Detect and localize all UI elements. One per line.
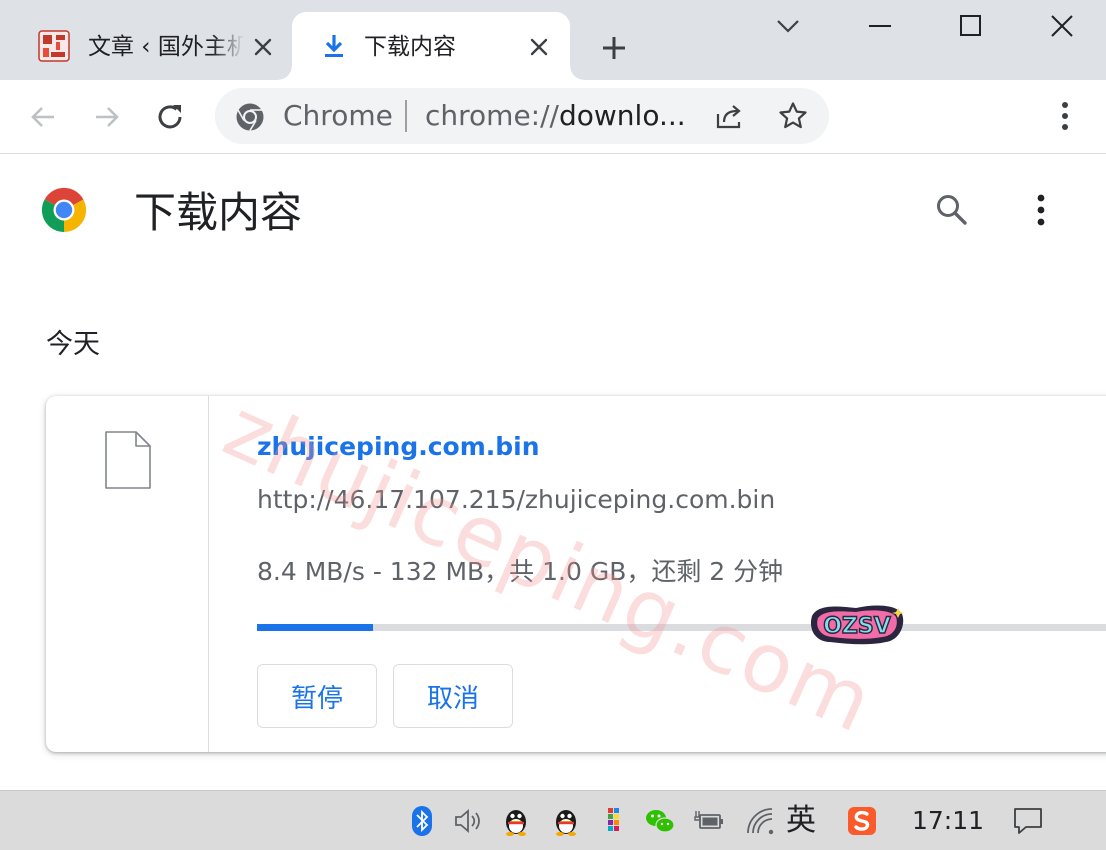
file-icon: [105, 431, 151, 489]
qq-penguin-icon[interactable]: [500, 805, 532, 837]
new-tab-plus-icon[interactable]: [598, 32, 630, 64]
tab-downloads[interactable]: 下载内容: [278, 12, 584, 80]
download-source-url-link[interactable]: http://46.17.107.215/zhujiceping.com.bin: [257, 485, 775, 515]
tab-strip: 文章 ‹ 国外主机测评 下载内容: [0, 0, 1106, 80]
download-status-text: 8.4 MB/s - 132 MB，共 1.0 GB，还剩 2 分钟: [257, 557, 784, 586]
chrome-logo-icon: [236, 103, 264, 131]
url-path: downlo...: [558, 100, 685, 132]
browser-menu-kebab-icon[interactable]: [1050, 98, 1080, 134]
tab-articles[interactable]: 文章 ‹ 国外主机测评: [22, 12, 290, 80]
tab-title: 下载内容: [364, 34, 456, 60]
volume-icon[interactable]: [452, 805, 484, 837]
page-title: 下载内容: [134, 188, 303, 237]
omnibox-separator: [405, 100, 407, 132]
color-grid-app-icon[interactable]: [598, 805, 630, 837]
forward-arrow-icon[interactable]: [90, 100, 124, 134]
close-icon[interactable]: [526, 34, 552, 60]
sogou-input-icon[interactable]: [846, 805, 878, 837]
site-favicon-icon: [38, 30, 70, 62]
download-item-card: zhujiceping.com.bin http://46.17.107.215…: [46, 396, 1106, 752]
download-icon: [325, 35, 343, 57]
section-date-heading: 今天: [46, 329, 100, 360]
battery-charging-icon[interactable]: [694, 805, 726, 837]
reload-icon[interactable]: [154, 100, 188, 134]
bookmark-star-icon[interactable]: [777, 100, 809, 132]
input-method-indicator[interactable]: 英: [786, 803, 816, 839]
notification-center-icon[interactable]: [1012, 805, 1044, 837]
page-menu-kebab-icon[interactable]: [1026, 190, 1056, 230]
sticker-text: OZSV: [823, 614, 891, 639]
system-taskbar: 英 17:11: [0, 790, 1106, 850]
clock-time[interactable]: 17:11: [912, 805, 984, 837]
ozsv-sticker-logo-icon: OZSV: [810, 605, 904, 645]
card-divider: [208, 396, 209, 752]
url-scheme: chrome://: [425, 100, 559, 132]
download-progress-fill: [257, 624, 373, 631]
download-progress-bar: [257, 624, 1106, 631]
close-icon[interactable]: [250, 34, 276, 60]
browser-toolbar: Chrome chrome://downlo...: [0, 80, 1106, 154]
window-close-icon[interactable]: [1046, 10, 1078, 42]
wechat-icon[interactable]: [644, 805, 676, 837]
download-file-name-link[interactable]: zhujiceping.com.bin: [257, 432, 540, 462]
cancel-download-button[interactable]: 取消: [393, 664, 513, 728]
tab-title: 文章 ‹ 国外主机测评: [88, 34, 244, 60]
bluetooth-icon[interactable]: [406, 805, 438, 837]
wifi-icon[interactable]: [744, 805, 776, 837]
tab-search-chevron-down-icon[interactable]: [772, 10, 804, 42]
pause-download-button[interactable]: 暂停: [257, 664, 377, 728]
omnibox-url[interactable]: chrome://downlo...: [425, 100, 685, 132]
maximize-icon[interactable]: [954, 10, 986, 42]
back-arrow-icon[interactable]: [26, 100, 60, 134]
search-icon[interactable]: [934, 192, 970, 228]
minimize-icon[interactable]: [864, 10, 896, 42]
share-icon[interactable]: [713, 100, 745, 132]
omnibox[interactable]: Chrome chrome://downlo...: [215, 88, 829, 144]
chrome-logo-icon: [41, 187, 87, 233]
omnibox-origin-label: Chrome: [283, 99, 393, 132]
qq-penguin-icon[interactable]: [550, 805, 582, 837]
